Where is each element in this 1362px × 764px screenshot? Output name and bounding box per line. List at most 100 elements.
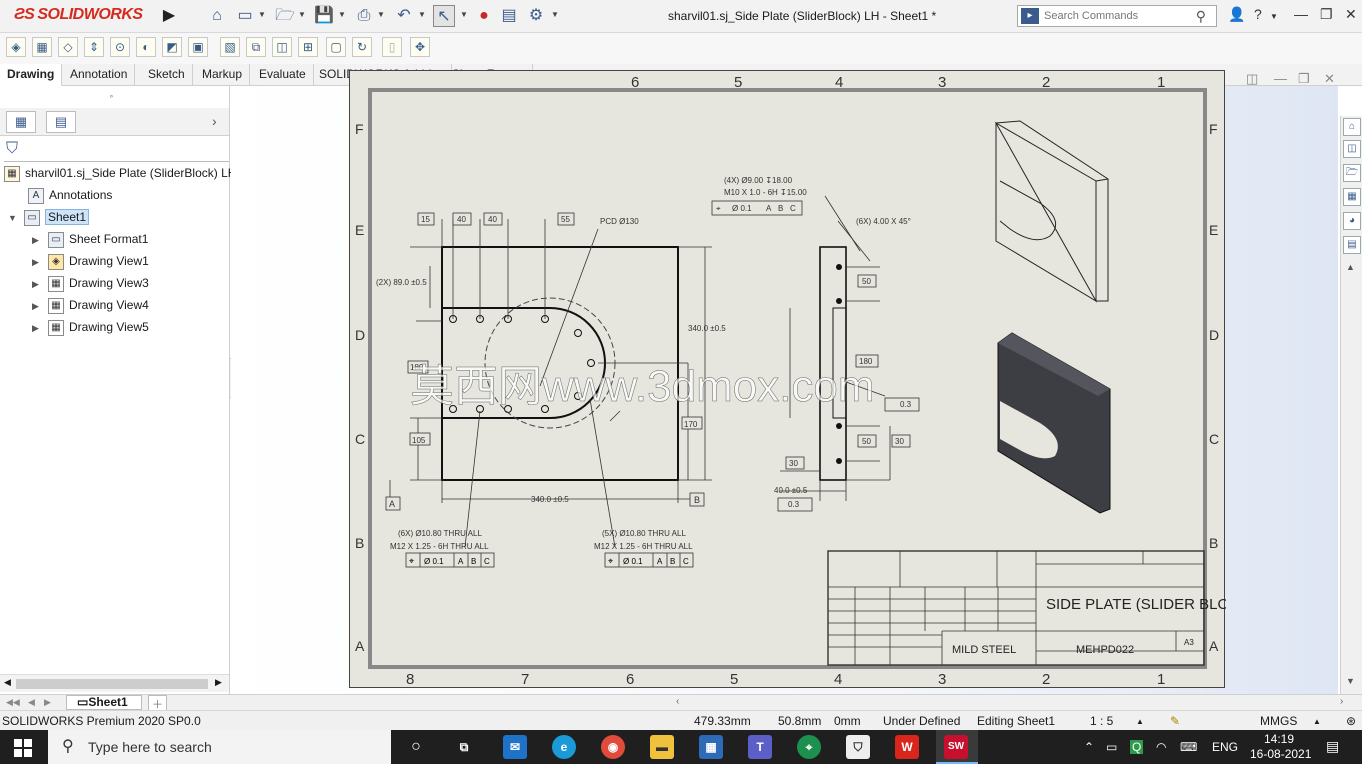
drawing-sheet[interactable]: 6 5 4 3 2 1 8 7 6 5 4 3 2 1 F E D C B A …	[349, 70, 1288, 688]
prev-sheet-icon[interactable]: ◀	[28, 697, 35, 708]
wifi-icon[interactable]: ◠	[1156, 740, 1166, 754]
scroll-right-icon[interactable]: ›	[1340, 696, 1343, 707]
expand-view3-icon[interactable]: ▶	[32, 279, 39, 290]
scale-dropdown-icon[interactable]: ▲	[1136, 717, 1144, 726]
feature-tree-tab-icon[interactable]: ▦	[6, 111, 36, 133]
tree-item-sheet-format1[interactable]: ▭ Sheet Format1	[48, 229, 148, 249]
scroll-down-icon[interactable]: ▼	[1346, 676, 1355, 686]
calculator-icon[interactable]: ▦	[699, 735, 723, 759]
search-mode-icon[interactable]: ▸	[1021, 8, 1039, 24]
maps-icon[interactable]: ⌖	[797, 735, 821, 759]
tab-drawing[interactable]: Drawing	[0, 64, 63, 86]
help-icon[interactable]: ?	[1254, 6, 1262, 22]
tree-item-drawing-view1[interactable]: ◈ Drawing View1	[48, 251, 149, 271]
file-properties-icon[interactable]: ▤	[498, 5, 520, 27]
home-icon[interactable]: ⌂	[206, 5, 228, 27]
quick-heal-icon[interactable]: Q	[1130, 740, 1144, 754]
rebuild-icon[interactable]: ✎	[1170, 714, 1180, 728]
drawing-view3-side[interactable]	[711, 195, 920, 512]
network-adapter-icon[interactable]: ▭	[1106, 740, 1117, 754]
mail-icon[interactable]: ✉	[503, 735, 527, 759]
new-document-icon[interactable]: ▭	[234, 5, 256, 27]
open-folder-icon[interactable]: 🗁	[274, 5, 296, 27]
update-view-icon[interactable]: ↻	[352, 37, 372, 57]
print-icon[interactable]: ⎙	[353, 5, 375, 27]
minimize-icon[interactable]: —	[1294, 6, 1308, 22]
predefined-view-icon[interactable]: ⊞	[298, 37, 318, 57]
cortana-icon[interactable]: ○	[404, 735, 428, 759]
restore-icon[interactable]: ❐	[1320, 6, 1333, 23]
section-view-icon[interactable]: ⇕	[84, 37, 104, 57]
customize-status-icon[interactable]: ⊛	[1346, 714, 1356, 728]
select-cursor-icon[interactable]: ↖	[433, 5, 455, 27]
file-explorer-icon[interactable]: 🗁	[1343, 164, 1361, 182]
view-pane-icon[interactable]: ◫	[1246, 71, 1258, 87]
scroll-thumb[interactable]	[16, 679, 208, 689]
clock-time[interactable]: 14:19	[1264, 732, 1294, 746]
task-view-icon[interactable]: ⧉	[452, 735, 476, 759]
windows-start-icon[interactable]	[14, 739, 32, 757]
feature-control-frame-right[interactable]: ⌖ Ø 0.1 A B C	[604, 552, 694, 568]
open-dropdown-icon[interactable]: ▼	[298, 10, 306, 19]
teams-icon[interactable]: T	[748, 735, 772, 759]
model-view-icon[interactable]: ◈	[6, 37, 26, 57]
tree-item-sheet1[interactable]: ▭ Sheet1	[24, 207, 90, 227]
select-dropdown-icon[interactable]: ▼	[460, 10, 468, 19]
rebuild-traffic-light-icon[interactable]: ●	[473, 5, 495, 27]
language-indicator[interactable]: ENG	[1212, 740, 1238, 754]
notifications-icon[interactable]: ▤	[1326, 738, 1339, 755]
unit-system[interactable]: MMGS	[1260, 714, 1297, 728]
graphics-minimize-icon[interactable]: —	[1274, 71, 1287, 86]
edge-browser-icon[interactable]: e	[552, 735, 576, 759]
tree-item-drawing-view5[interactable]: ▦ Drawing View5	[48, 317, 149, 337]
scroll-left-icon[interactable]: ‹	[676, 696, 679, 707]
solidworks-logo[interactable]: ƧS SOLIDWORKS	[14, 6, 143, 24]
first-sheet-icon[interactable]: ◀◀	[6, 697, 20, 708]
undo-dropdown-icon[interactable]: ▼	[418, 10, 426, 19]
user-account-icon[interactable]: 👤	[1228, 6, 1245, 23]
detail-view-icon[interactable]: ⊙	[110, 37, 130, 57]
save-dropdown-icon[interactable]: ▼	[338, 10, 346, 19]
custom-properties-icon[interactable]: ▤	[1343, 236, 1361, 254]
clock-date[interactable]: 16-08-2021	[1250, 747, 1311, 761]
crop-view-icon[interactable]: ▣	[188, 37, 208, 57]
scroll-up-icon[interactable]: ▲	[1346, 262, 1355, 272]
tree-hscrollbar[interactable]: ◀ ▶	[0, 674, 229, 692]
options-dropdown-icon[interactable]: ▼	[551, 10, 559, 19]
next-sheet-icon[interactable]: ▶	[44, 697, 51, 708]
tree-item-drawing-view3[interactable]: ▦ Drawing View3	[48, 273, 149, 293]
wps-office-icon[interactable]: W	[895, 735, 919, 759]
search-icon[interactable]: ⚲	[1196, 6, 1206, 26]
store-icon[interactable]: ⛉	[846, 735, 870, 759]
move-view-icon[interactable]: ✥	[410, 37, 430, 57]
units-dropdown-icon[interactable]: ▲	[1313, 717, 1321, 726]
sheet-scale[interactable]: 1 : 5	[1090, 714, 1113, 728]
close-icon[interactable]: ✕	[1345, 6, 1357, 23]
property-manager-tab-icon[interactable]: ▤	[46, 111, 76, 133]
help-dropdown-icon[interactable]: ▼	[1270, 12, 1278, 21]
show-hidden-icons-icon[interactable]: ⌃	[1084, 740, 1094, 754]
drawing-view4-isometric-wire[interactable]	[994, 120, 1109, 303]
standard-3-view-icon[interactable]: ⧉	[246, 37, 266, 57]
projected-view-icon[interactable]: ▦	[32, 37, 52, 57]
empty-view-icon[interactable]: ▢	[326, 37, 346, 57]
filter-icon[interactable]: ⛉	[6, 140, 18, 158]
expand-sheet-format-icon[interactable]: ▶	[32, 235, 39, 246]
undo-icon[interactable]: ↶	[393, 5, 415, 27]
tree-root-drawing[interactable]: ▦ sharvil01.sj_Side Plate (SliderBlock) L…	[4, 163, 236, 183]
drawing-view5-isometric-shaded[interactable]	[997, 332, 1111, 514]
more-tabs-chevron-icon[interactable]: ›	[212, 113, 217, 129]
design-library-icon[interactable]: ◫	[1343, 140, 1361, 158]
graphics-close-icon[interactable]: ✕	[1324, 71, 1335, 87]
expand-view1-icon[interactable]: ▶	[32, 257, 39, 268]
alternate-position-icon[interactable]: ▧	[220, 37, 240, 57]
solidworks-resources-icon[interactable]: ⌂	[1343, 118, 1361, 136]
tab-markup[interactable]: Markup	[195, 64, 251, 86]
tree-item-annotations[interactable]: A Annotations	[28, 185, 112, 205]
sheet-tab-sheet1[interactable]: ▭Sheet1	[66, 695, 142, 710]
break-icon[interactable]: ◩	[162, 37, 182, 57]
expand-view4-icon[interactable]: ▶	[32, 301, 39, 312]
expand-view5-icon[interactable]: ▶	[32, 323, 39, 334]
appearances-icon[interactable]: ◕	[1343, 212, 1361, 230]
scroll-left-icon[interactable]: ◀	[4, 677, 11, 688]
